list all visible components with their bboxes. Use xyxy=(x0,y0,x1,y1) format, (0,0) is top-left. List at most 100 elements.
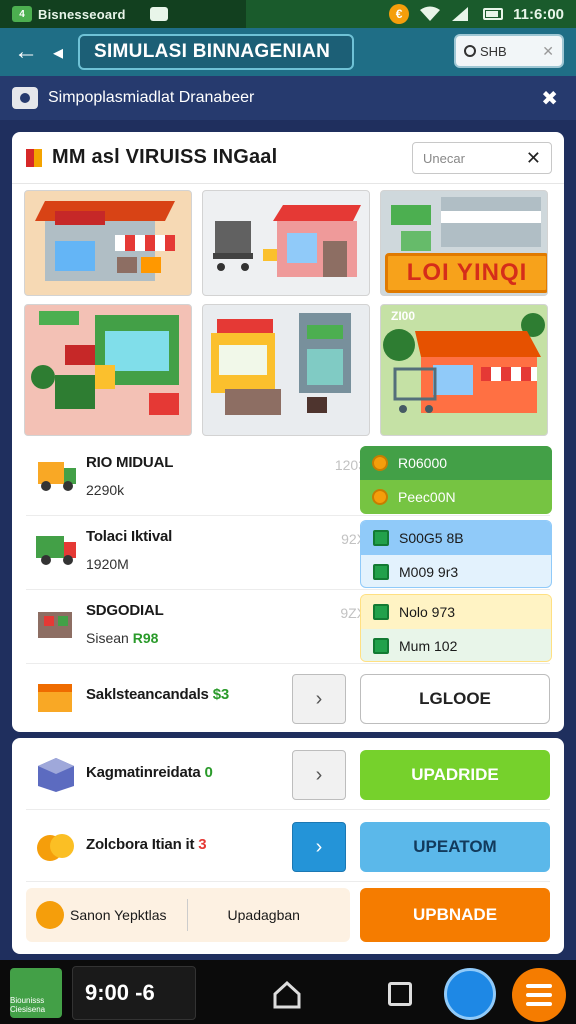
battery-icon xyxy=(483,8,504,20)
upgrade-card: Kagmatinreidata 0 › UPADRIDE Zolcbora It… xyxy=(12,738,564,954)
item-name: SDGODIAL xyxy=(86,602,164,619)
pane-line: Peec00N xyxy=(360,480,552,514)
message-icon xyxy=(149,7,168,21)
globe-icon[interactable] xyxy=(444,968,496,1020)
item-value: Sisean R98 xyxy=(86,630,158,646)
back-arrow-icon[interactable]: ← xyxy=(6,32,46,72)
filter-input[interactable]: Unecar ✕ xyxy=(412,142,552,174)
clock: 11:6:00 xyxy=(513,5,564,23)
item-value-text: Sisean xyxy=(86,630,129,646)
clock-text: 9:00 -6 xyxy=(85,980,155,1005)
store-tile-shop[interactable] xyxy=(24,304,192,436)
checkbox-icon[interactable] xyxy=(373,604,389,620)
clock-widget[interactable]: 9:00 -6 xyxy=(72,966,196,1020)
item-muted: 9ZX xyxy=(340,605,366,621)
page-title: SIMULASI BINNAGENIAN xyxy=(78,34,354,70)
item-muted: 1203 xyxy=(334,457,366,473)
item-name-text: Saklsteancandals xyxy=(86,686,209,703)
store-tile-banner[interactable]: LOI YINQI xyxy=(380,190,548,296)
checkbox-icon[interactable] xyxy=(373,530,389,546)
price-pane[interactable]: R06000 Peec00N xyxy=(360,446,552,514)
item-name-text: Zolcbora Itian it xyxy=(86,836,195,853)
app-notification-icon: 4 xyxy=(12,6,32,22)
coins-icon xyxy=(37,834,74,861)
item-name-accent: $3 xyxy=(212,686,230,703)
list-item: Tolaci Iktival 1920M 92X S00G5 8B M009 9… xyxy=(26,516,552,590)
item-name: Zolcbora Itian it 3 xyxy=(86,836,207,853)
pane-line-text: M009 9r3 xyxy=(399,564,459,580)
clear-filter-icon[interactable]: ✕ xyxy=(526,148,541,169)
signal-icon xyxy=(451,6,473,22)
item-value: 1920M xyxy=(86,556,129,572)
item-name-accent: 3 xyxy=(198,836,207,853)
coin-icon xyxy=(372,489,388,505)
footer-mid-label: Upadagban xyxy=(227,907,300,923)
footer-left-label: Sanon Yepktlas xyxy=(70,907,167,923)
view-icon[interactable] xyxy=(12,87,38,109)
item-name: Saklsteancandals $3 xyxy=(86,686,229,703)
flag-icon xyxy=(26,148,42,167)
cube-icon xyxy=(38,758,74,792)
store-card: MM asl VIRUISS INGaal Unecar ✕ LOI YINQI… xyxy=(12,132,564,732)
upgrade-footer-button[interactable]: UPBNADE xyxy=(360,888,550,942)
app-shortcut-label: Biounisss Ciesisena xyxy=(10,996,46,1014)
store-tile-kiosk[interactable] xyxy=(202,304,370,436)
status-app-title: Bisnesseoard xyxy=(38,6,126,22)
divider xyxy=(186,899,188,931)
delivery-truck-icon xyxy=(36,536,76,565)
checklist-pane[interactable]: Nolo 973 Mum 102 xyxy=(360,594,552,662)
app-bar: ← ◂ SIMULASI BINNAGENIAN SHB ✕ xyxy=(0,28,576,76)
next-button[interactable]: › xyxy=(292,674,346,724)
coin-icon: € xyxy=(389,4,410,24)
truck-icon xyxy=(38,462,76,491)
close-icon[interactable]: ✕ xyxy=(542,43,554,60)
recent-apps-icon[interactable] xyxy=(388,982,412,1006)
search-button[interactable]: SHB ✕ xyxy=(454,34,564,68)
navigation-bar: Biounisss Ciesisena 9:00 -6 xyxy=(0,960,576,1024)
pane-line-text: R06000 xyxy=(398,455,448,471)
pane-line-text: Peec00N xyxy=(398,489,456,505)
app-shortcut[interactable]: Biounisss Ciesisena xyxy=(10,968,62,1018)
pane-line: M009 9r3 xyxy=(361,555,551,587)
menu-icon[interactable] xyxy=(512,968,566,1022)
store-tile-cart[interactable] xyxy=(202,190,370,296)
item-name-accent: 0 xyxy=(204,764,213,781)
home-icon[interactable] xyxy=(272,980,302,1010)
sub-header-text: Simpoplasmiadlat Dranabeer xyxy=(48,89,255,106)
sub-header: Simpoplasmiadlat Dranabeer ✖ xyxy=(0,76,576,120)
navigate-icon[interactable]: ◂ xyxy=(46,32,70,72)
coin-icon xyxy=(372,455,388,471)
item-name: RIO MIDUAL xyxy=(86,454,174,471)
footer-pill[interactable]: Sanon Yepktlas Upadagban xyxy=(26,888,350,942)
load-button[interactable]: LGLOOE xyxy=(360,674,550,724)
tools-icon[interactable]: ✖ xyxy=(541,86,558,111)
tile-tag: ZI00 xyxy=(391,309,416,323)
card-header: MM asl VIRUISS INGaal Unecar ✕ xyxy=(12,132,564,184)
list-item: Saklsteancandals $3 › LGLOOE xyxy=(26,664,550,732)
item-name-text: Kagmatinreidata xyxy=(86,764,201,781)
box-icon xyxy=(38,684,72,712)
list-item: RIO MIDUAL 2290k 1203 R06000 Peec00N xyxy=(26,442,552,516)
checklist-pane[interactable]: S00G5 8B M009 9r3 xyxy=(360,520,552,588)
item-value-accent: R98 xyxy=(132,630,159,646)
filter-placeholder: Unecar xyxy=(423,150,465,166)
status-indicators: € 11:6:00 xyxy=(389,4,564,24)
item-name: Tolaci Iktival xyxy=(86,528,173,545)
item-value: 2290k xyxy=(86,482,125,498)
tile-banner-label: LOI YINQI xyxy=(385,253,547,293)
upgrade-button[interactable]: UPEATOM xyxy=(360,822,550,872)
coin-icon xyxy=(36,901,64,929)
checkbox-icon[interactable] xyxy=(373,564,389,580)
search-label: SHB xyxy=(480,43,507,59)
store-tile-supermarket[interactable]: ZI00 xyxy=(380,304,548,436)
checkbox-icon[interactable] xyxy=(373,638,389,654)
next-button[interactable]: › xyxy=(292,750,346,800)
item-muted: 92X xyxy=(341,531,366,547)
pane-line-text: Nolo 973 xyxy=(399,604,456,620)
upgrade-button[interactable]: UPADRIDE xyxy=(360,750,550,800)
next-button[interactable]: › xyxy=(292,822,346,872)
store-tile-market[interactable] xyxy=(24,190,192,296)
list-item: Zolcbora Itian it 3 › UPEATOM xyxy=(26,810,550,882)
crate-icon xyxy=(38,612,72,638)
pane-line-text: S00G5 8B xyxy=(399,530,464,546)
